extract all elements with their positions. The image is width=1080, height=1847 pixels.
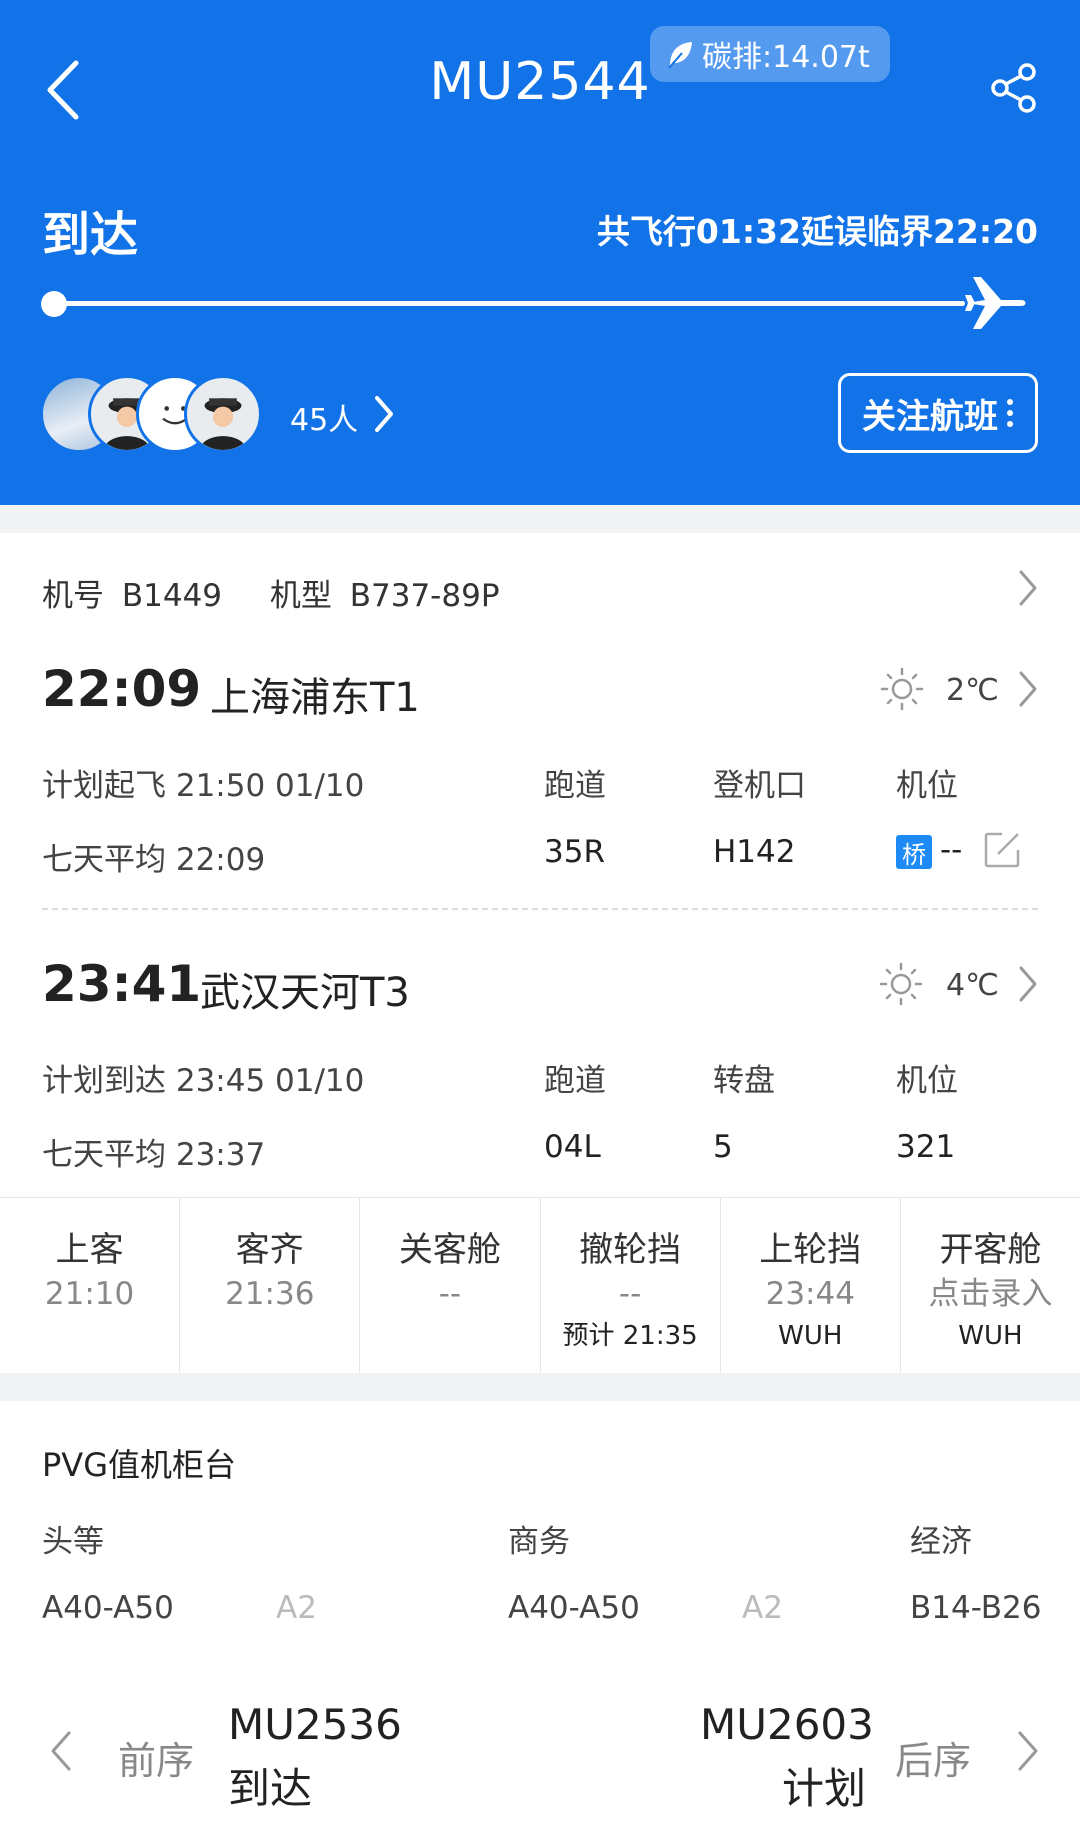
edit-icon[interactable] bbox=[982, 830, 1022, 870]
departure-time: 22:09 bbox=[42, 660, 202, 718]
milestone-boarding: 上客 21:10 bbox=[0, 1198, 181, 1372]
type-value: B737-89P bbox=[349, 578, 500, 614]
next-flight-status: 计划 bbox=[782, 1764, 867, 1813]
passenger-count[interactable]: 45人 bbox=[290, 395, 358, 439]
milestone-value: -- bbox=[618, 1276, 642, 1312]
planned-departure: 计划起飞 21:50 01/10 bbox=[42, 768, 365, 804]
prev-flight-number[interactable]: MU2536 bbox=[228, 1700, 402, 1749]
milestone-door-open[interactable]: 开客舱 点击录入 WUH bbox=[901, 1198, 1080, 1372]
milestone-door-close: 关客舱 -- bbox=[360, 1198, 541, 1372]
chevron-right-icon[interactable] bbox=[1016, 964, 1040, 1004]
runway-label: 跑道 bbox=[544, 1063, 606, 1099]
carbon-badge[interactable]: 碳排:14.07t bbox=[650, 26, 890, 82]
carbon-text: 碳排:14.07t bbox=[702, 40, 870, 75]
share-icon[interactable] bbox=[990, 62, 1038, 114]
first-counter-more: A2 bbox=[276, 1590, 317, 1626]
chevron-right-icon[interactable] bbox=[1015, 1729, 1041, 1773]
milestone-on-block: 上轮挡 23:44 WUH bbox=[721, 1198, 901, 1372]
progress-start-dot bbox=[41, 291, 67, 317]
more-dots-icon bbox=[1007, 399, 1013, 427]
departure-stand: -- bbox=[940, 832, 963, 868]
departure-runway: 35R bbox=[544, 834, 605, 870]
checkin-title: PVG值机柜台 bbox=[42, 1446, 236, 1484]
follow-label: 关注航班 bbox=[862, 396, 998, 437]
arrival-time: 23:41 bbox=[42, 955, 202, 1013]
gate-label: 登机口 bbox=[713, 768, 806, 804]
flight-duration-info: 共飞行01:32延误临界22:20 bbox=[596, 212, 1038, 251]
stand-label: 机位 bbox=[896, 1063, 958, 1099]
flight-status: 到达 bbox=[42, 207, 139, 263]
chevron-right-icon[interactable] bbox=[372, 394, 396, 434]
arrival-stand: 321 bbox=[896, 1129, 956, 1165]
stand-label: 机位 bbox=[896, 768, 958, 804]
economy-counter: B14-B26 bbox=[910, 1590, 1042, 1626]
milestone-value: 21:10 bbox=[44, 1276, 135, 1312]
departure-gate: H142 bbox=[713, 834, 796, 870]
first-counter: A40-A50 bbox=[42, 1590, 174, 1626]
chevron-right-icon[interactable] bbox=[1016, 669, 1040, 709]
arrival-carousel: 5 bbox=[713, 1129, 733, 1165]
reg-label: 机号 bbox=[42, 578, 104, 614]
reg-value: B1449 bbox=[121, 578, 223, 614]
milestone-sub: WUH bbox=[958, 1321, 1023, 1351]
aircraft-info-row[interactable]: 机号 B1449 机型 B737-89P bbox=[42, 570, 500, 615]
milestone-label: 客齐 bbox=[235, 1230, 304, 1270]
class-business: 商务 bbox=[508, 1524, 570, 1560]
arrival-temp: 4℃ bbox=[946, 968, 999, 1003]
divider bbox=[42, 908, 1038, 910]
arrival-runway: 04L bbox=[544, 1129, 601, 1165]
seven-day-avg-arrival: 七天平均 23:37 bbox=[42, 1137, 266, 1173]
milestone-sub: WUH bbox=[778, 1321, 843, 1351]
avatar-pilot-2 bbox=[184, 375, 262, 453]
type-label: 机型 bbox=[269, 578, 332, 614]
milestone-label: 撤轮挡 bbox=[579, 1230, 682, 1270]
passenger-avatars[interactable] bbox=[40, 375, 280, 453]
milestone-label: 关客舱 bbox=[398, 1230, 501, 1270]
milestone-value: 23:44 bbox=[765, 1276, 855, 1312]
next-flight-label[interactable]: 后序 bbox=[895, 1730, 971, 1785]
planned-arrival: 计划到达 23:45 01/10 bbox=[42, 1063, 365, 1099]
chevron-right-icon[interactable] bbox=[1016, 568, 1040, 608]
bridge-badge: 桥 bbox=[896, 835, 932, 869]
milestone-value: -- bbox=[438, 1276, 462, 1312]
milestone-grid: 上客 21:10 客齐 21:36 关客舱 -- 撤轮挡 -- 预计 21:35… bbox=[0, 1197, 1080, 1372]
leaf-icon bbox=[668, 42, 692, 69]
departure-temp: 2℃ bbox=[946, 673, 999, 708]
milestone-label: 上轮挡 bbox=[759, 1230, 862, 1270]
runway-label: 跑道 bbox=[544, 768, 606, 804]
sun-icon bbox=[879, 962, 923, 1006]
carousel-label: 转盘 bbox=[713, 1063, 775, 1099]
airplane-icon bbox=[965, 277, 1026, 329]
prev-flight-label[interactable]: 前序 bbox=[118, 1730, 194, 1785]
milestone-boarded: 客齐 21:36 bbox=[180, 1198, 361, 1372]
departure-airport: 上海浦东T1 bbox=[210, 675, 420, 721]
milestone-value: 21:36 bbox=[225, 1276, 315, 1312]
sun-icon bbox=[880, 667, 924, 711]
chevron-left-icon[interactable] bbox=[48, 1729, 74, 1773]
business-counter-more: A2 bbox=[742, 1590, 783, 1626]
class-economy: 经济 bbox=[910, 1524, 972, 1560]
milestone-label: 开客舱 bbox=[939, 1230, 1042, 1270]
flight-header: MU2544 碳排:14.07t 到达 共飞行01:32延误临界22:20 45… bbox=[0, 0, 1080, 505]
prev-flight-status: 到达 bbox=[228, 1764, 313, 1813]
progress-track bbox=[55, 301, 965, 306]
arrival-airport: 武汉天河T3 bbox=[200, 970, 410, 1016]
seven-day-avg-departure: 七天平均 22:09 bbox=[42, 842, 266, 878]
follow-flight-button[interactable]: 关注航班 bbox=[838, 373, 1038, 453]
business-counter: A40-A50 bbox=[508, 1590, 640, 1626]
milestone-off-block: 撤轮挡 -- 预计 21:35 bbox=[541, 1198, 721, 1372]
flight-number: MU2544 bbox=[429, 52, 651, 112]
milestone-value[interactable]: 点击录入 bbox=[901, 1272, 1080, 1316]
class-first: 头等 bbox=[42, 1524, 104, 1560]
milestone-sub: 预计 21:35 bbox=[562, 1321, 698, 1351]
next-flight-number[interactable]: MU2603 bbox=[700, 1700, 874, 1749]
milestone-label: 上客 bbox=[55, 1230, 124, 1270]
